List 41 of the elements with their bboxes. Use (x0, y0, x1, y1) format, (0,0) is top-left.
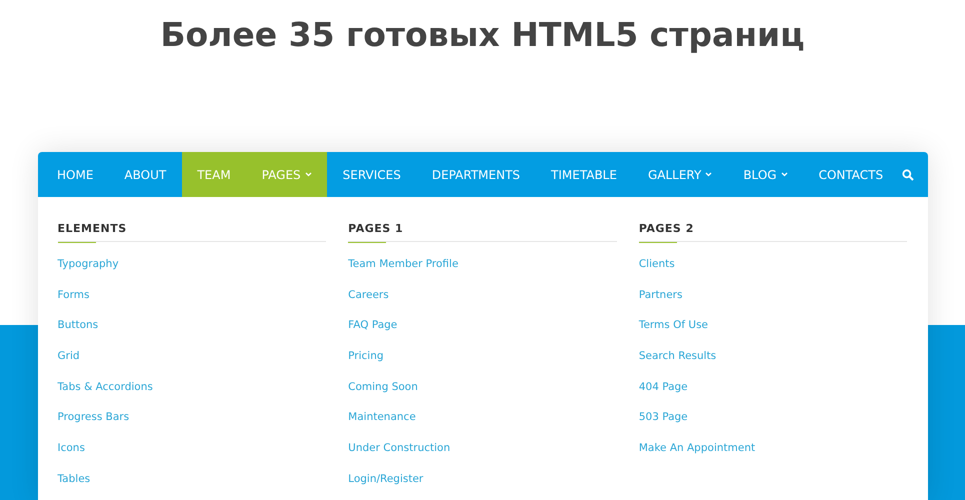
menu-link[interactable]: 503 Page (638, 410, 688, 442)
heading-accent (348, 241, 386, 243)
menu-link[interactable]: Team Member Profile (348, 257, 458, 288)
nav-item[interactable]: BLOG (728, 152, 804, 197)
page-title: Более 35 готовых HTML5 страниц (160, 14, 805, 56)
nav-item[interactable]: PAGES (246, 152, 328, 197)
menu-link[interactable]: Grid (58, 349, 80, 380)
menu-link[interactable]: Careers (348, 288, 389, 318)
nav-item[interactable]: DEPARTMENTS (416, 152, 536, 197)
menu-link[interactable]: Typography (58, 257, 119, 288)
menu-link[interactable]: Terms Of Use (638, 318, 708, 350)
nav-item[interactable]: GALLERY (632, 152, 728, 197)
menu-link[interactable]: Tables (58, 472, 90, 500)
caret-icon (780, 172, 788, 177)
menu-link[interactable]: Coming Soon (348, 380, 418, 410)
search-icon[interactable] (902, 168, 914, 180)
nav-item[interactable]: ABOUT (108, 152, 182, 197)
menu-link[interactable]: Partners (638, 288, 682, 318)
menu-link[interactable]: Under Construction (348, 441, 450, 472)
menu-link[interactable]: Maintenance (348, 410, 416, 442)
menu-link[interactable]: Make An Appointment (638, 441, 756, 472)
heading-accent (58, 241, 96, 243)
menu-link[interactable]: FAQ Page (348, 318, 398, 350)
menu-link[interactable]: Progress Bars (58, 410, 130, 442)
nav-item[interactable]: SERVICES (327, 152, 416, 197)
caret-icon (304, 172, 312, 177)
nav-item[interactable]: HOME (42, 152, 109, 197)
caret-icon (705, 172, 712, 177)
menu-link[interactable]: Pricing (348, 349, 384, 380)
nav-item[interactable]: TIMETABLE (536, 152, 632, 197)
menu-link[interactable]: Icons (58, 441, 85, 472)
nav-item[interactable]: CONTACTS (803, 152, 899, 197)
nav-item[interactable]: TEAM (182, 152, 246, 197)
menu-link[interactable]: Forms (58, 288, 90, 318)
menu-link[interactable]: Login/Register (348, 472, 424, 500)
menu-link[interactable]: Search Results (638, 349, 716, 380)
menu-link[interactable]: Buttons (58, 318, 98, 350)
menu-link[interactable]: Clients (638, 257, 675, 288)
heading-accent (638, 241, 677, 243)
menu-link[interactable]: 404 Page (638, 380, 688, 410)
menu-link[interactable]: Tabs & Accordions (58, 380, 153, 410)
